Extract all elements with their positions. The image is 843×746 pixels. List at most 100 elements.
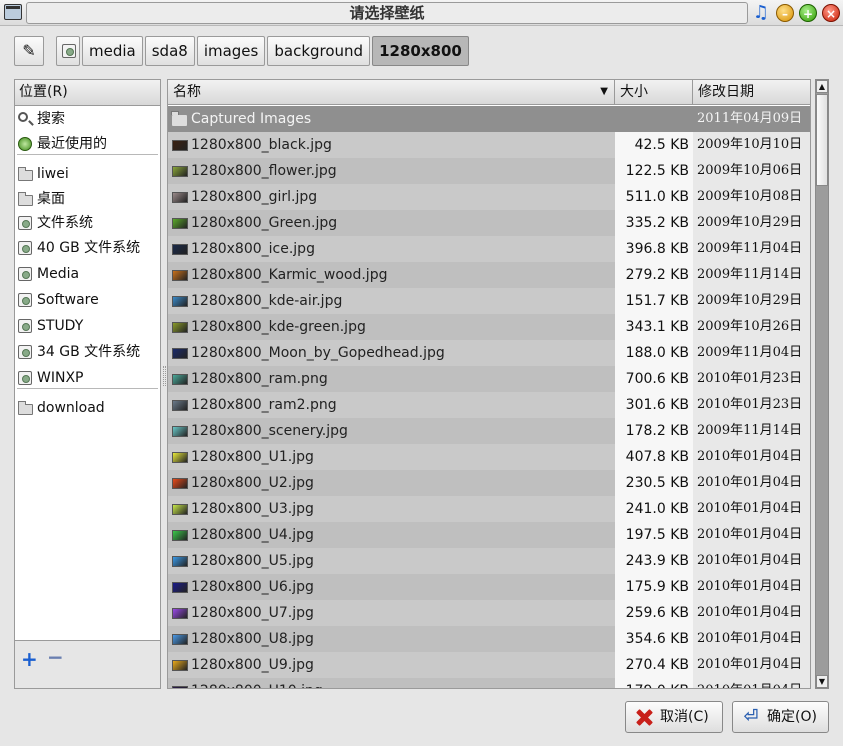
- file-name-cell: 1280x800_U1.jpg: [168, 444, 615, 470]
- file-name: 1280x800_U2.jpg: [191, 475, 314, 491]
- file-date: 2009年11月04日: [693, 340, 810, 366]
- file-size: [615, 106, 693, 132]
- table-row[interactable]: 1280x800_U7.jpg 259.6 KB 2010年01月04日: [168, 600, 810, 626]
- crumb-1280x800[interactable]: 1280x800: [372, 36, 469, 66]
- add-bookmark-icon[interactable]: +: [21, 647, 38, 671]
- column-date[interactable]: 修改日期: [693, 80, 810, 105]
- file-name-cell: 1280x800_black.jpg: [168, 132, 615, 158]
- place-item[interactable]: Software: [15, 288, 160, 312]
- place-label: liwei: [37, 166, 69, 182]
- table-row[interactable]: 1280x800_U6.jpg 175.9 KB 2010年01月04日: [168, 574, 810, 600]
- cancel-button[interactable]: 取消(C): [625, 701, 723, 733]
- place-item[interactable]: 34 GB 文件系统: [15, 340, 160, 364]
- table-row[interactable]: 1280x800_Karmic_wood.jpg 279.2 KB 2009年11月…: [168, 262, 810, 288]
- place-label: Media: [37, 266, 80, 282]
- maximize-button[interactable]: +: [799, 4, 817, 22]
- file-date: 2009年10月08日: [693, 184, 810, 210]
- file-name: 1280x800_U1.jpg: [191, 449, 314, 465]
- place-item[interactable]: WINXP: [15, 366, 160, 390]
- file-name: 1280x800_ram.png: [191, 371, 328, 387]
- column-name[interactable]: 名称 ▼: [168, 80, 615, 105]
- table-row[interactable]: 1280x800_kde-air.jpg 151.7 KB 2009年10月29日: [168, 288, 810, 314]
- places-separator: [17, 154, 158, 155]
- file-name: 1280x800_U3.jpg: [191, 501, 314, 517]
- table-row[interactable]: 1280x800_U8.jpg 354.6 KB 2010年01月04日: [168, 626, 810, 652]
- table-row[interactable]: 1280x800_U3.jpg 241.0 KB 2010年01月04日: [168, 496, 810, 522]
- place-item[interactable]: 搜索: [15, 107, 160, 131]
- file-size: 279.2 KB: [615, 262, 693, 288]
- file-name: 1280x800_Moon_by_Gopedhead.jpg: [191, 345, 445, 361]
- vertical-scrollbar[interactable]: ▲ ▼: [815, 79, 829, 689]
- place-item[interactable]: download: [15, 396, 160, 420]
- file-size: 197.5 KB: [615, 522, 693, 548]
- table-row[interactable]: 1280x800_U2.jpg 230.5 KB 2010年01月04日: [168, 470, 810, 496]
- drive-icon: [18, 267, 32, 281]
- image-thumbnail-icon: [172, 582, 188, 593]
- table-row[interactable]: 1280x800_Moon_by_Gopedhead.jpg 188.0 KB 20…: [168, 340, 810, 366]
- table-row[interactable]: 1280x800_ram.png 700.6 KB 2010年01月23日: [168, 366, 810, 392]
- ok-button[interactable]: ⏎ 确定(O): [732, 701, 829, 733]
- table-row[interactable]: 1280x800_U5.jpg 243.9 KB 2010年01月04日: [168, 548, 810, 574]
- image-thumbnail-icon: [172, 634, 188, 645]
- table-row[interactable]: 1280x800_girl.jpg 511.0 KB 2009年10月08日: [168, 184, 810, 210]
- file-name-cell: 1280x800_U4.jpg: [168, 522, 615, 548]
- scroll-down-icon[interactable]: ▼: [816, 675, 828, 688]
- places-header[interactable]: 位置(R): [15, 80, 160, 106]
- file-rows: Captured Images 2011年04月09日 1280x800_black…: [168, 106, 810, 688]
- close-button[interactable]: ×: [822, 4, 840, 22]
- place-label: 最近使用的: [37, 136, 107, 152]
- file-date: 2010年01月04日: [693, 678, 810, 688]
- file-name: 1280x800_U10.jpg: [191, 683, 323, 688]
- file-date: 2010年01月04日: [693, 470, 810, 496]
- crumb-images[interactable]: images: [196, 36, 266, 66]
- table-row[interactable]: 1280x800_scenery.jpg 178.2 KB 2009年11月14日: [168, 418, 810, 444]
- table-row[interactable]: 1280x800_kde-green.jpg 343.1 KB 2009年10月26…: [168, 314, 810, 340]
- table-row[interactable]: 1280x800_black.jpg 42.5 KB 2009年10月10日: [168, 132, 810, 158]
- breadcrumb: media sda8 images background 1280x800: [56, 36, 471, 66]
- place-label: 桌面: [37, 191, 65, 207]
- file-name-cell: 1280x800_Green.jpg: [168, 210, 615, 236]
- drive-icon: [18, 293, 32, 307]
- place-item[interactable]: STUDY: [15, 314, 160, 338]
- enter-arrow-icon: ⏎: [743, 706, 759, 727]
- table-row[interactable]: 1280x800_U4.jpg 197.5 KB 2010年01月04日: [168, 522, 810, 548]
- crumb-media[interactable]: media: [82, 36, 143, 66]
- image-thumbnail-icon: [172, 270, 188, 281]
- place-item[interactable]: 文件系统: [15, 211, 160, 235]
- table-row[interactable]: Captured Images 2011年04月09日: [168, 106, 810, 132]
- music-note-icon[interactable]: ♫: [752, 4, 770, 22]
- place-item[interactable]: 最近使用的: [15, 132, 160, 156]
- pane-splitter[interactable]: [163, 366, 166, 386]
- file-name-cell: 1280x800_ram.png: [168, 366, 615, 392]
- cancel-x-icon: [634, 707, 654, 727]
- scroll-thumb[interactable]: [816, 94, 828, 186]
- table-row[interactable]: 1280x800_ram2.png 301.6 KB 2010年01月23日: [168, 392, 810, 418]
- place-item[interactable]: 桌面: [15, 187, 160, 211]
- file-size: 188.0 KB: [615, 340, 693, 366]
- place-item[interactable]: liwei: [15, 162, 160, 186]
- image-thumbnail-icon: [172, 218, 188, 229]
- place-item[interactable]: 40 GB 文件系统: [15, 236, 160, 260]
- file-name: 1280x800_kde-air.jpg: [191, 293, 343, 309]
- table-row[interactable]: 1280x800_Green.jpg 335.2 KB 2009年10月29日: [168, 210, 810, 236]
- table-row[interactable]: 1280x800_U10.jpg 179.0 KB2010年01月04日: [168, 678, 810, 688]
- minimize-button[interactable]: –: [776, 4, 794, 22]
- crumb-sda8[interactable]: sda8: [144, 36, 195, 66]
- crumb-root[interactable]: [56, 36, 80, 66]
- window-menu-icon[interactable]: [4, 4, 22, 20]
- file-name-cell: 1280x800_ram2.png: [168, 392, 615, 418]
- place-item[interactable]: Media: [15, 262, 160, 286]
- remove-bookmark-icon[interactable]: −: [47, 645, 64, 669]
- scroll-up-icon[interactable]: ▲: [816, 80, 828, 93]
- crumb-background[interactable]: background: [267, 36, 371, 66]
- column-size[interactable]: 大小: [615, 80, 693, 105]
- image-thumbnail-icon: [172, 660, 188, 671]
- table-row[interactable]: 1280x800_U1.jpg 407.8 KB 2010年01月04日: [168, 444, 810, 470]
- table-row[interactable]: 1280x800_flower.jpg 122.5 KB 2009年10月06日: [168, 158, 810, 184]
- file-name: 1280x800_U5.jpg: [191, 553, 314, 569]
- file-name-cell: Captured Images: [168, 106, 615, 132]
- type-location-button[interactable]: ✎: [14, 36, 44, 66]
- table-row[interactable]: 1280x800_U9.jpg 270.4 KB 2010年01月04日: [168, 652, 810, 678]
- file-size: 178.2 KB: [615, 418, 693, 444]
- table-row[interactable]: 1280x800_ice.jpg 396.8 KB 2009年11月04日: [168, 236, 810, 262]
